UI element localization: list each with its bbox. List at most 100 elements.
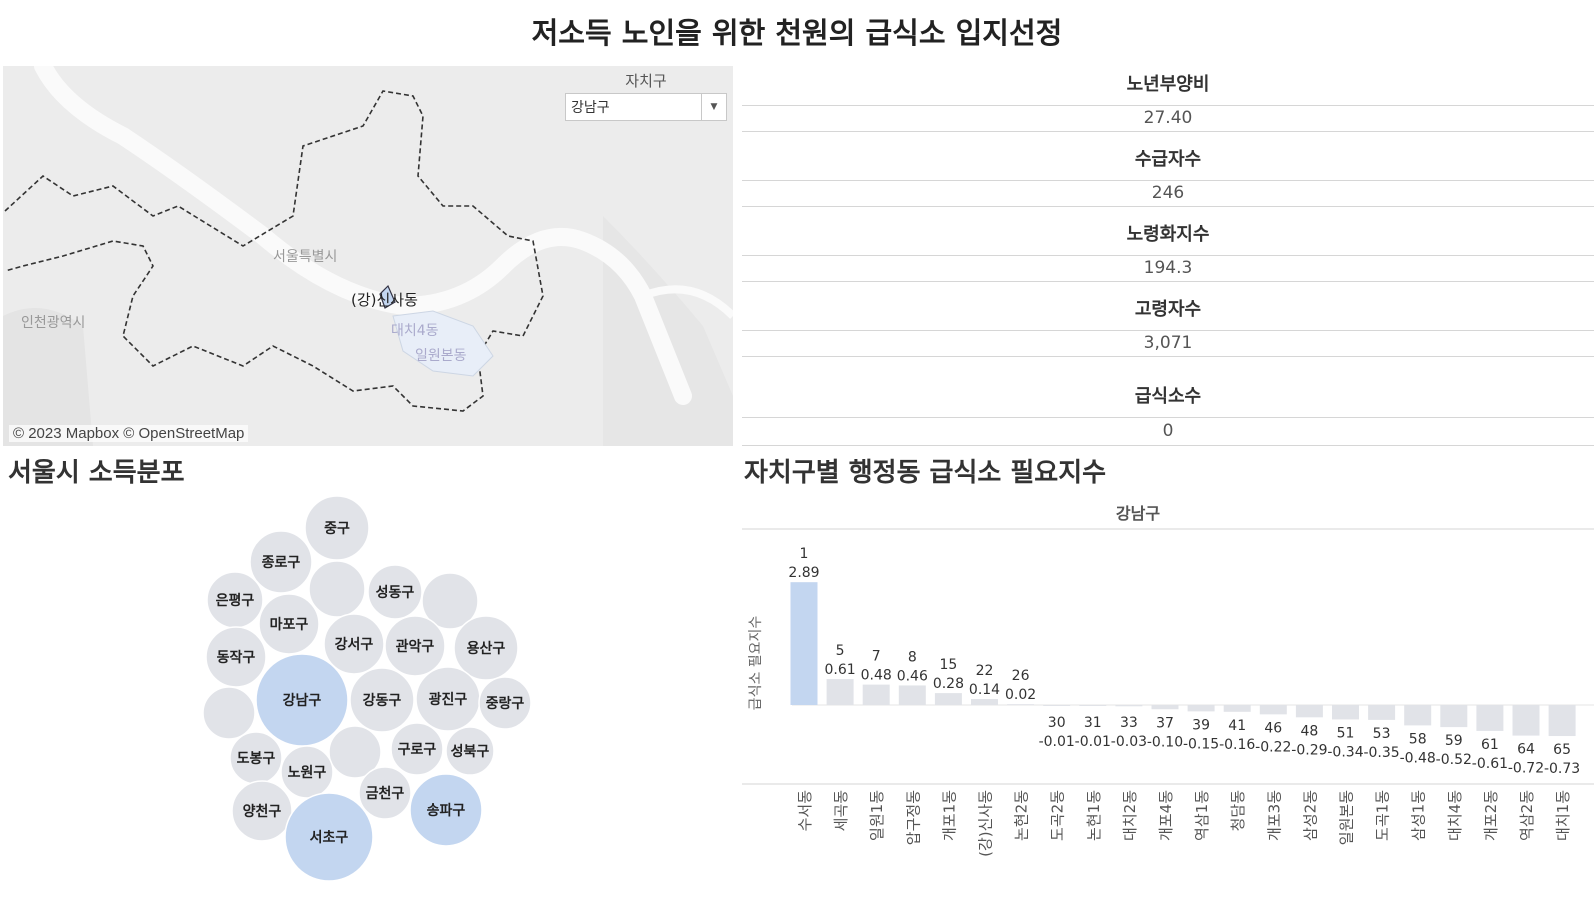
bubble-성동구[interactable]: 성동구 <box>367 564 423 620</box>
bubble-금천구[interactable]: 금천구 <box>358 766 412 820</box>
x-tick-label: 논현2동 <box>1013 790 1031 841</box>
bar-rank-label: 33 <box>1120 715 1138 731</box>
x-tick-label: 개포3동 <box>1265 790 1283 841</box>
x-tick-label: 도곡2동 <box>1049 790 1067 841</box>
chevron-down-icon[interactable]: ▼ <box>701 94 726 120</box>
x-tick-label: 대치4동 <box>1446 790 1464 841</box>
bar[interactable] <box>1187 705 1215 712</box>
bubble-서초구[interactable]: 서초구 <box>284 792 374 882</box>
bubble-성북구[interactable]: 성북구 <box>445 726 495 776</box>
bubble-중랑구[interactable]: 중랑구 <box>478 676 532 730</box>
bar[interactable] <box>1151 705 1179 710</box>
bar-chart-title: 자치구별 행정동 급식소 필요지수 <box>744 458 1107 488</box>
bar[interactable] <box>862 684 890 705</box>
x-tick-label: 세곡동 <box>832 790 850 832</box>
bar-value-label: -0.61 <box>1472 756 1508 772</box>
bubble-도봉구[interactable]: 도봉구 <box>229 731 283 785</box>
x-tick-label: 역삼2동 <box>1518 790 1536 841</box>
bar[interactable] <box>826 679 854 705</box>
bubble-송파구[interactable]: 송파구 <box>409 773 483 847</box>
bubble-동작구[interactable]: 동작구 <box>205 626 267 688</box>
bar[interactable] <box>1440 705 1468 728</box>
bubble-중구[interactable]: 중구 <box>304 495 370 561</box>
bubble-광진구[interactable]: 광진구 <box>415 666 481 732</box>
bar[interactable] <box>1079 705 1107 706</box>
stat-label: 고령자수 <box>1134 299 1202 320</box>
bar[interactable] <box>1404 705 1432 726</box>
bubble-마포구[interactable]: 마포구 <box>258 593 320 655</box>
bubble-label: 금천구 <box>366 786 405 802</box>
bubble-circle[interactable] <box>308 560 366 618</box>
bubble-강남구[interactable]: 강남구 <box>255 653 349 747</box>
bar-rank-label: 51 <box>1337 725 1355 741</box>
bar-value-label: 0.46 <box>897 668 928 684</box>
stat-row: 노년부양비 27.40 <box>742 66 1594 141</box>
x-tick-label: 논현1동 <box>1085 790 1103 841</box>
bar-rank-label: 39 <box>1192 717 1210 733</box>
bar-value-label: -0.01 <box>1039 734 1075 750</box>
bar-rank-label: 58 <box>1409 731 1427 747</box>
bar-rank-label: 65 <box>1553 742 1571 758</box>
x-tick-label: 일원1동 <box>868 790 886 841</box>
bar[interactable] <box>1332 705 1359 720</box>
district-dropdown[interactable]: 강남구 ▼ <box>565 93 727 121</box>
map-view[interactable]: 서울특별시 인천광역시 (강)신사동 대치4동 일원본동 © 2023 Mapb… <box>3 66 733 446</box>
bar[interactable] <box>1295 705 1323 718</box>
x-tick-label: 개포2동 <box>1482 790 1500 841</box>
x-tick-label: 도곡1동 <box>1374 790 1392 841</box>
bubble-label: 서초구 <box>310 830 349 846</box>
bubble-label: 마포구 <box>270 617 309 633</box>
bar-value-label: -0.03 <box>1111 734 1147 750</box>
bubble-종로구[interactable]: 종로구 <box>249 530 313 594</box>
stat-value: 194.3 <box>1143 258 1193 278</box>
district-filter: 자치구 강남구 ▼ <box>565 66 727 121</box>
bubble-unlabeled[interactable] <box>308 560 366 618</box>
bar[interactable] <box>1476 705 1504 731</box>
stat-row: 급식소수 0 <box>742 366 1594 456</box>
bar-value-label: 0.48 <box>861 668 892 684</box>
x-tick-label: 삼성2동 <box>1301 790 1319 841</box>
bar-rank-label: 7 <box>872 649 881 665</box>
income-bubble-chart[interactable]: 중구 종로구성동구 은평구마포구 강서구 관악구 용산구 동작구 강남구 강동구 광진구 중랑구구로… <box>0 495 740 900</box>
map-attribution[interactable]: © 2023 Mapbox © OpenStreetMap <box>9 425 249 442</box>
bar-value-label: 0.28 <box>933 676 964 692</box>
bar[interactable] <box>1259 705 1287 715</box>
bubble-노원구[interactable]: 노원구 <box>280 745 334 799</box>
bar[interactable] <box>790 582 818 705</box>
x-tick-label: 수서동 <box>796 790 814 832</box>
bar[interactable] <box>898 685 926 705</box>
bubble-circle[interactable] <box>202 686 256 740</box>
bar-rank-label: 15 <box>939 657 957 673</box>
bar[interactable] <box>1007 704 1035 706</box>
bubble-강동구[interactable]: 강동구 <box>349 667 415 733</box>
map-label-seoul: 서울특별시 <box>273 249 338 265</box>
bubble-label: 성북구 <box>451 744 490 760</box>
panel-header: 강남구 <box>1116 504 1160 523</box>
bar[interactable] <box>934 693 962 705</box>
map-label-selected-dong[interactable]: (강)신사동 <box>351 289 418 310</box>
bar[interactable] <box>1043 705 1071 706</box>
bubble-강서구[interactable]: 강서구 <box>323 613 385 675</box>
bubble-양천구[interactable]: 양천구 <box>231 780 293 842</box>
bubble-관악구[interactable]: 관악구 <box>384 615 446 677</box>
bar[interactable] <box>1223 705 1251 712</box>
bar[interactable] <box>1512 705 1540 736</box>
bubble-label: 도봉구 <box>237 751 276 767</box>
bar[interactable] <box>1115 705 1143 707</box>
stat-row: 노령화지수 194.3 <box>742 216 1594 291</box>
bubble-label: 용산구 <box>467 640 506 657</box>
bubble-unlabeled[interactable] <box>202 686 256 740</box>
map-label-irwon: 일원본동 <box>415 348 467 364</box>
bar-rank-label: 1 <box>800 546 809 562</box>
bar-rank-label: 59 <box>1445 733 1463 749</box>
stat-value: 0 <box>1162 421 1174 441</box>
bubble-은평구[interactable]: 은평구 <box>206 571 264 629</box>
dashboard-title: 저소득 노인을 위한 천원의 급식소 입지선정 <box>531 16 1063 50</box>
bar[interactable] <box>1368 705 1396 720</box>
bar[interactable] <box>971 699 998 705</box>
bar[interactable] <box>1548 705 1576 737</box>
x-tick-label: 삼성1동 <box>1410 790 1428 841</box>
bubble-구로구[interactable]: 구로구 <box>390 722 444 776</box>
need-index-bar-chart[interactable]: 강남구 급식소 필요지수 1 2.89 수서동 5 0.61 세곡동 7 0.48 일원1동 8 0.4… <box>742 498 1594 900</box>
bubble-canvas: 중구종로구성동구 은평구마포구 강서구 관악구 용산구 동작구강남구 강동구 광진구 중랑구구로… <box>202 495 532 882</box>
